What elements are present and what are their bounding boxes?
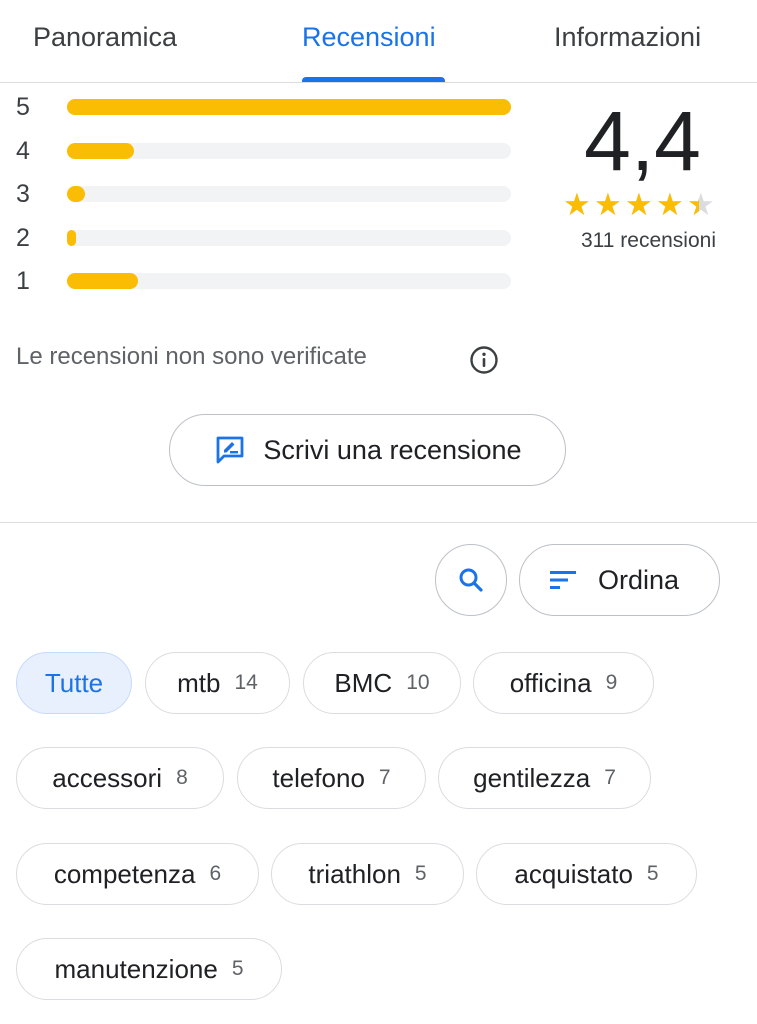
histogram-track	[67, 230, 511, 246]
histogram-star-label: 5	[16, 93, 30, 121]
info-icon[interactable]	[469, 345, 499, 375]
histogram-row-4[interactable]: 4	[16, 136, 516, 166]
chip-gentilezza[interactable]: gentilezza 7	[438, 747, 651, 809]
sort-button[interactable]: Ordina	[519, 544, 720, 616]
star-icon: ★ ★	[563, 187, 591, 222]
sort-icon	[550, 571, 576, 589]
chip-label: BMC	[334, 667, 393, 698]
histogram-star-label: 1	[16, 267, 30, 295]
chip-bmc[interactable]: BMC 10	[303, 652, 461, 714]
write-review-button[interactable]: Scrivi una recensione	[169, 414, 566, 486]
histogram-bar	[67, 99, 511, 115]
chip-label: gentilezza	[473, 762, 591, 793]
write-review-label: Scrivi una recensione	[263, 434, 522, 465]
star-icon: ★ ★	[625, 187, 653, 222]
chip-label: manutenzione	[54, 953, 218, 984]
sort-label: Ordina	[598, 564, 680, 595]
chip-count: 8	[176, 766, 188, 789]
tab-informazioni[interactable]: Informazioni	[554, 22, 701, 53]
tab-bar: Panoramica Recensioni Informazioni	[0, 0, 757, 83]
histogram-track	[67, 273, 511, 289]
chip-count: 9	[605, 671, 618, 694]
histogram-row-5[interactable]: 5	[16, 92, 516, 122]
chip-count: 10	[406, 671, 430, 694]
histogram-row-1[interactable]: 1	[16, 266, 516, 296]
star-rating: ★★ ★★ ★★ ★★ ★★	[563, 187, 718, 222]
tab-recensioni[interactable]: Recensioni	[302, 22, 436, 53]
search-reviews-button[interactable]	[435, 544, 507, 616]
chip-label: mtb	[177, 667, 221, 698]
histogram-bar	[67, 186, 85, 202]
histogram-track	[67, 186, 511, 202]
star-icon: ★ ★	[656, 187, 684, 222]
write-review-icon	[217, 436, 244, 464]
chip-telefono[interactable]: telefono 7	[237, 747, 426, 809]
histogram-star-label: 3	[16, 180, 30, 208]
chip-count: 5	[414, 862, 427, 885]
chip-count: 5	[231, 957, 244, 980]
reviews-not-verified-text: Le recensioni non sono verificate	[16, 343, 367, 370]
chip-label: triathlon	[308, 858, 401, 889]
chip-count: 6	[209, 862, 222, 885]
chip-label: acquistato	[514, 858, 633, 889]
histogram-track	[67, 143, 511, 159]
review-count[interactable]: 311 recensioni	[540, 229, 740, 253]
histogram-bar	[67, 143, 134, 159]
chip-manutenzione[interactable]: manutenzione 5	[16, 938, 282, 1000]
chip-mtb[interactable]: mtb 14	[145, 652, 290, 714]
tab-panoramica[interactable]: Panoramica	[33, 22, 177, 53]
chip-competenza[interactable]: competenza 6	[16, 843, 259, 905]
chip-label: competenza	[53, 858, 196, 889]
chip-count: 5	[646, 862, 659, 885]
histogram-bar	[67, 230, 76, 246]
search-icon	[459, 568, 483, 592]
chip-label: telefono	[272, 762, 365, 793]
chip-tutte[interactable]: Tutte	[16, 652, 132, 714]
section-divider	[0, 522, 757, 523]
histogram-row-2[interactable]: 2	[16, 223, 516, 253]
chip-triathlon[interactable]: triathlon 5	[271, 843, 464, 905]
histogram-star-label: 2	[16, 224, 30, 252]
histogram-star-label: 4	[16, 137, 30, 165]
average-rating: 4,4	[584, 94, 701, 188]
chip-acquistato[interactable]: acquistato 5	[476, 843, 697, 905]
chip-count: 14	[234, 671, 258, 694]
active-tab-indicator	[302, 77, 445, 82]
chip-label: Tutte	[44, 667, 104, 698]
chip-accessori[interactable]: accessori 8	[16, 747, 224, 809]
star-half-icon: ★★	[687, 187, 715, 222]
chip-label: officina	[509, 667, 592, 698]
star-icon: ★ ★	[594, 187, 622, 222]
histogram-bar	[67, 273, 139, 289]
chip-count: 7	[378, 766, 391, 789]
chip-label: accessori	[52, 762, 163, 793]
histogram-track	[67, 99, 511, 115]
histogram-row-3[interactable]: 3	[16, 179, 516, 209]
chip-officina[interactable]: officina 9	[473, 652, 654, 714]
chip-count: 7	[604, 766, 616, 789]
